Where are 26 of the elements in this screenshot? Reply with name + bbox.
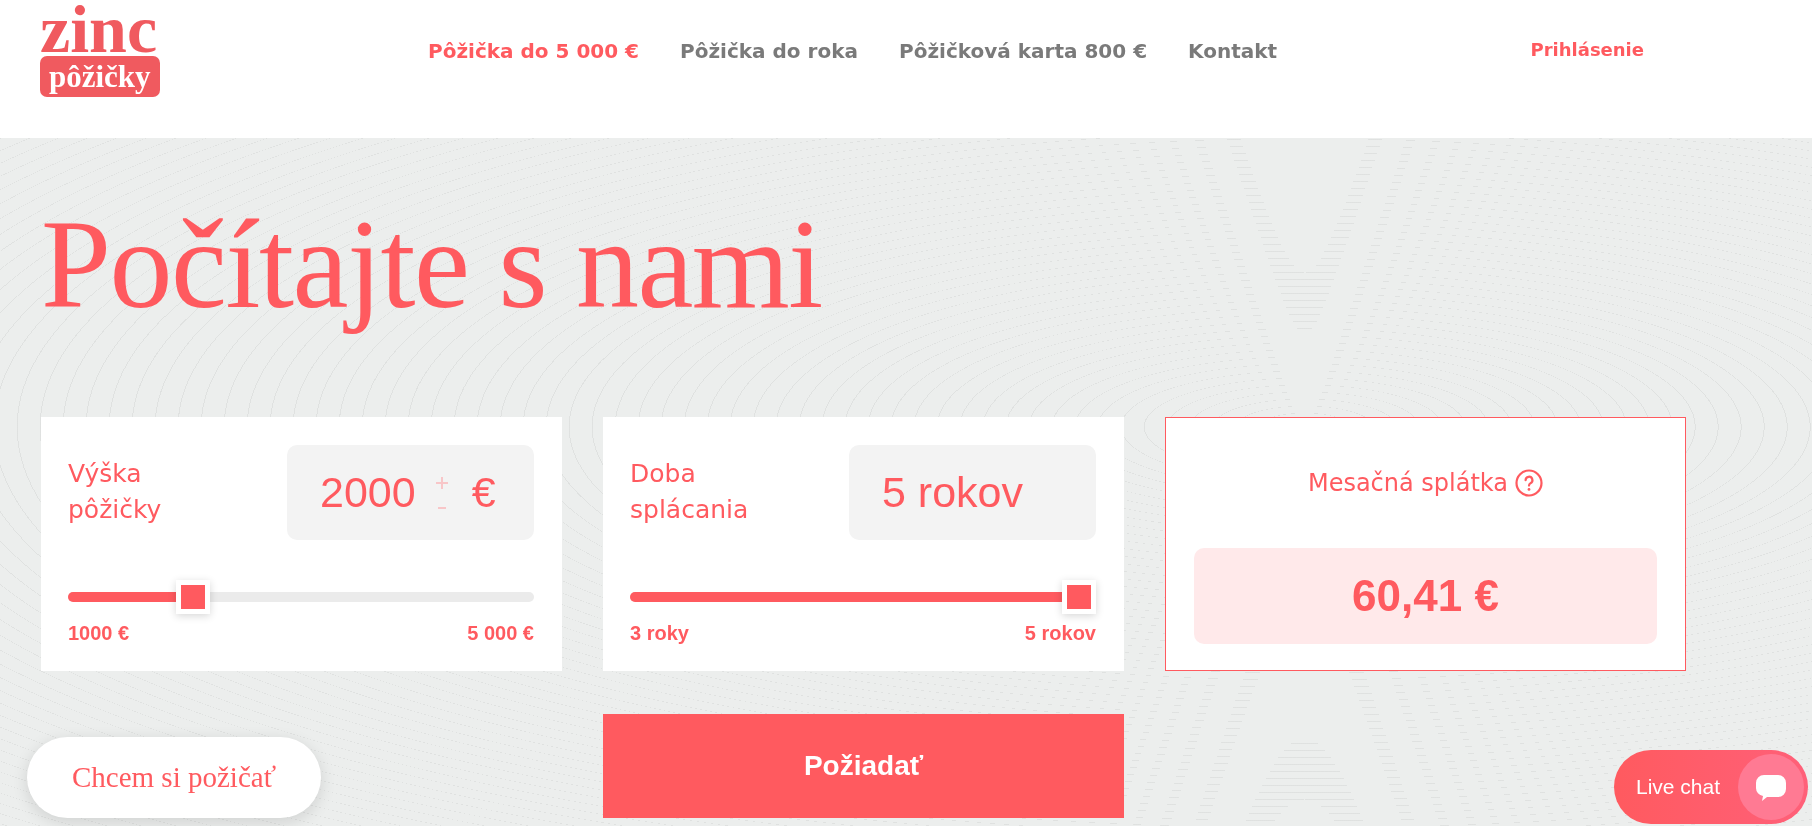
login-link[interactable]: Prihlásenie [1530,0,1644,62]
result-label: Mesačná splátka [1307,468,1509,498]
nav-link[interactable]: Pôžička do roka [680,39,858,63]
range-max-label: 5 000 € [467,622,534,644]
nav-link[interactable]: Pôžičková karta 800 € [899,39,1148,63]
chat-bubble-icon [1738,754,1804,820]
slider-handle[interactable] [1062,580,1096,614]
slider-handle[interactable] [176,580,210,614]
nav-link[interactable]: Kontakt [1188,39,1278,63]
apply-button[interactable]: Požiadať [603,714,1124,818]
monthly-payment-value: 60,41 € [1194,548,1657,644]
logo-wordmark[interactable]: zinc [40,0,158,56]
slider-track[interactable] [630,580,1096,614]
value-field[interactable]: 5 rokov [849,445,1096,540]
borrow-button[interactable]: Chcem si požičať [27,737,321,818]
input-label: Výška pôžičky [68,458,163,526]
hero-title: Počítajte s nami [41,194,823,336]
range-min-label: 3 roky [630,622,689,644]
logo-badge[interactable]: pôžičky [40,56,160,97]
input-label: Doba splácania [630,458,750,526]
slider-track[interactable] [68,580,534,614]
range-min-label: 1000 € [68,622,130,644]
range-max-label: 5 rokov [1024,622,1096,644]
live-chat-button[interactable]: Live chat [1614,750,1808,824]
nav-link[interactable]: Pôžička do 5 000 € [428,39,640,63]
help-icon[interactable] [1515,469,1544,497]
